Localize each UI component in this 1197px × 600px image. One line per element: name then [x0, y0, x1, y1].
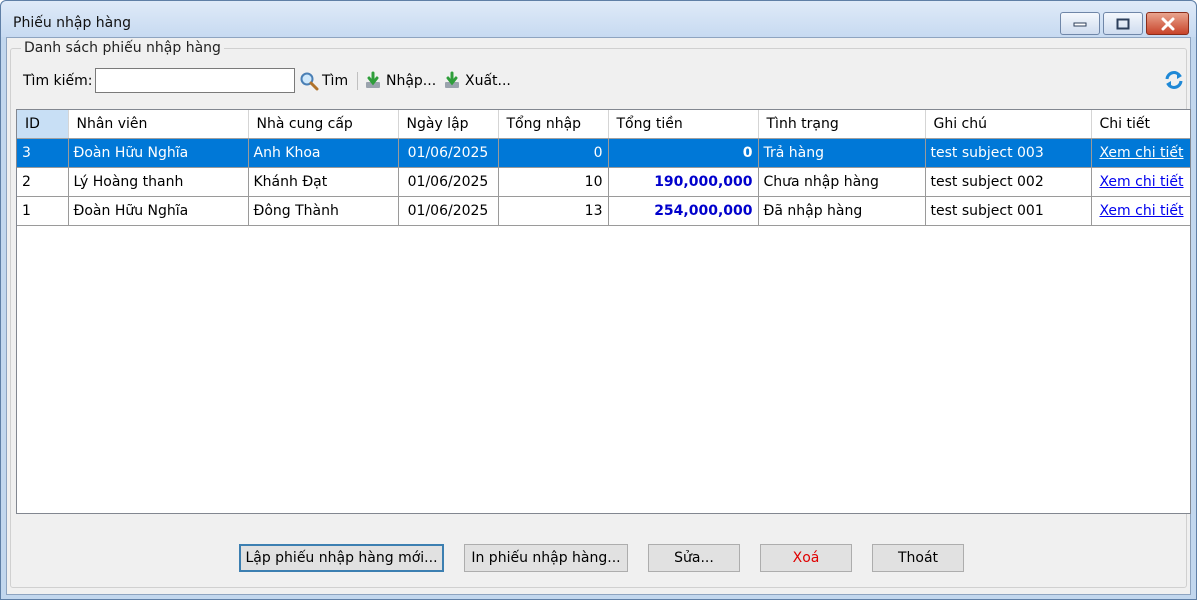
cell-date: 01/06/2025 [398, 196, 499, 226]
cell-total: 254,000,000 [608, 196, 759, 226]
cell-note: test subject 002 [925, 167, 1092, 197]
cell-status: Trả hàng [758, 138, 926, 168]
cell-status: Đã nhập hàng [758, 196, 926, 226]
column-header-quantity[interactable]: Tổng nhập [498, 110, 609, 139]
cell-staff: Lý Hoàng thanh [68, 167, 249, 197]
cell-note: test subject 003 [925, 138, 1092, 168]
cell-date: 01/06/2025 [398, 138, 499, 168]
close-icon [1161, 17, 1174, 30]
search-label: Tìm kiếm: [23, 73, 93, 89]
cell-note: test subject 001 [925, 196, 1092, 226]
column-header-id[interactable]: ID [17, 110, 69, 139]
cell-detail: Xem chi tiết [1091, 196, 1190, 226]
table-row[interactable]: 2 Lý Hoàng thanh Khánh Đạt 01/06/2025 10… [17, 167, 1190, 197]
receipt-grid[interactable]: ID Nhân viên Nhà cung cấp Ngày lập Tổng … [16, 109, 1191, 514]
view-detail-link[interactable]: Xem chi tiết [1099, 174, 1183, 190]
cell-status: Chưa nhập hàng [758, 167, 926, 197]
cell-staff: Đoàn Hữu Nghĩa [68, 196, 249, 226]
toolbar: Tìm kiếm: Tìm Nhập... Xuất... [17, 67, 1185, 95]
export-button[interactable]: Xuất... [442, 69, 511, 93]
cell-detail: Xem chi tiết [1091, 167, 1190, 197]
column-header-note[interactable]: Ghi chú [925, 110, 1092, 139]
search-input[interactable] [95, 68, 295, 93]
cell-id: 3 [17, 138, 69, 168]
cell-id: 1 [17, 196, 69, 226]
edit-button[interactable]: Sửa... [648, 544, 740, 572]
column-header-staff[interactable]: Nhân viên [68, 110, 249, 139]
cell-supplier: Anh Khoa [248, 138, 399, 168]
search-button-label: Tìm [322, 73, 349, 89]
import-button[interactable]: Nhập... [363, 69, 436, 93]
cell-quantity: 13 [498, 196, 609, 226]
cell-total: 0 [608, 138, 759, 168]
refresh-button[interactable] [1163, 69, 1185, 91]
toolbar-separator [357, 72, 358, 90]
table-row[interactable]: 3 Đoàn Hữu Nghĩa Anh Khoa 01/06/2025 0 0… [17, 138, 1190, 168]
cell-staff: Đoàn Hữu Nghĩa [68, 138, 249, 168]
column-header-date[interactable]: Ngày lập [398, 110, 499, 139]
cell-quantity: 10 [498, 167, 609, 197]
table-row[interactable]: 1 Đoàn Hữu Nghĩa Đông Thành 01/06/2025 1… [17, 196, 1190, 226]
search-button[interactable]: Tìm [299, 69, 348, 93]
cell-quantity: 0 [498, 138, 609, 168]
cell-supplier: Đông Thành [248, 196, 399, 226]
receipt-table: ID Nhân viên Nhà cung cấp Ngày lập Tổng … [17, 110, 1190, 226]
delete-button[interactable]: Xoá [760, 544, 852, 572]
title-bar[interactable]: Phiếu nhập hàng [1, 1, 1196, 37]
export-icon [445, 71, 459, 88]
export-button-label: Xuất... [465, 73, 511, 89]
view-detail-link[interactable]: Xem chi tiết [1099, 145, 1183, 161]
import-icon [366, 71, 380, 88]
table-header-row: ID Nhân viên Nhà cung cấp Ngày lập Tổng … [17, 110, 1190, 139]
exit-button[interactable]: Thoát [872, 544, 964, 572]
cell-id: 2 [17, 167, 69, 197]
column-header-detail[interactable]: Chi tiết [1091, 110, 1190, 139]
receipt-list-group: Danh sách phiếu nhập hàng Tìm kiếm: Tìm [10, 40, 1191, 588]
refresh-icon [1165, 71, 1183, 89]
client-area: Danh sách phiếu nhập hàng Tìm kiếm: Tìm [6, 37, 1191, 595]
maximize-icon [1116, 18, 1130, 29]
view-detail-link[interactable]: Xem chi tiết [1099, 203, 1183, 219]
cell-supplier: Khánh Đạt [248, 167, 399, 197]
minimize-icon [1073, 22, 1087, 26]
group-title: Danh sách phiếu nhập hàng [21, 40, 224, 56]
print-receipt-button[interactable]: In phiếu nhập hàng... [464, 544, 628, 572]
minimize-button[interactable] [1060, 12, 1100, 35]
cell-total: 190,000,000 [608, 167, 759, 197]
column-header-status[interactable]: Tình trạng [758, 110, 926, 139]
cell-detail: Xem chi tiết [1091, 138, 1190, 168]
window-title: Phiếu nhập hàng [13, 15, 132, 31]
column-header-supplier[interactable]: Nhà cung cấp [248, 110, 399, 139]
close-button[interactable] [1146, 12, 1189, 35]
new-receipt-button[interactable]: Lập phiếu nhập hàng mới... [239, 544, 444, 572]
cell-date: 01/06/2025 [398, 167, 499, 197]
main-window: Phiếu nhập hàng Danh sách phiếu nhập hàn… [0, 0, 1197, 600]
magnifier-icon [300, 72, 319, 91]
column-header-total[interactable]: Tổng tiền [608, 110, 759, 139]
maximize-button[interactable] [1103, 12, 1143, 35]
import-button-label: Nhập... [386, 73, 437, 89]
